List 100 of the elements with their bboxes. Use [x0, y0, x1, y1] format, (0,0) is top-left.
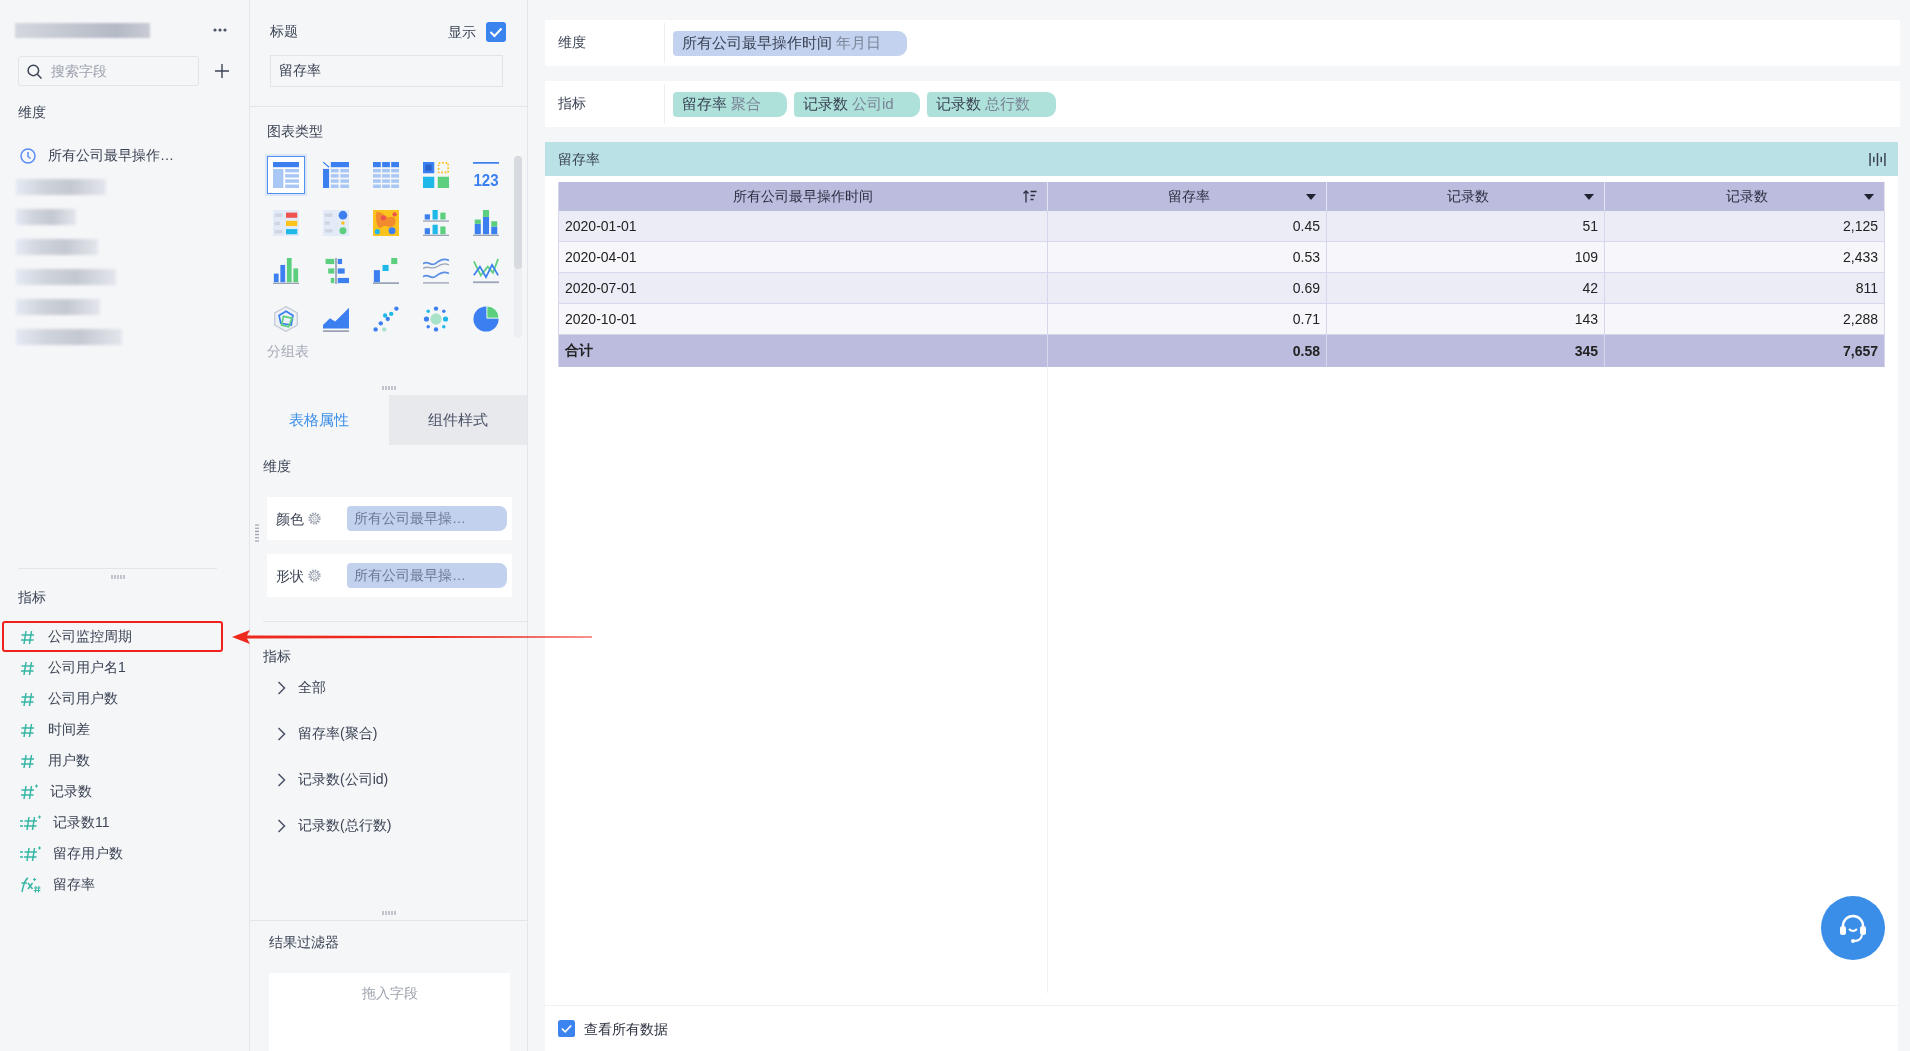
caret-down-icon[interactable] [1306, 193, 1316, 200]
hash-icon [20, 783, 38, 800]
drag-handle-icon[interactable] [381, 386, 396, 390]
scrollbar-thumb[interactable] [514, 156, 522, 269]
settings-icon[interactable] [308, 512, 321, 525]
checkbox[interactable] [486, 22, 506, 42]
hash-icon [20, 690, 36, 707]
pivot-table-icon [323, 162, 349, 188]
plus-icon[interactable] [215, 64, 229, 78]
field-item[interactable]: 记录数11 [2, 807, 223, 838]
field-item[interactable]: 时间差 [2, 714, 223, 745]
chevron-right-icon[interactable] [277, 727, 286, 741]
tree-item[interactable]: 留存率(聚合) [263, 711, 386, 757]
tree-item[interactable]: 记录数(总行数) [263, 803, 400, 849]
checkbox-label: 查看所有数据 [584, 1019, 668, 1038]
chart-type-caption: 分组表 [267, 342, 309, 360]
chevron-right-icon[interactable] [277, 819, 286, 833]
total-cell: 7,657 [1605, 335, 1885, 367]
field-item[interactable]: 用户数 [2, 745, 223, 776]
table-cell: 2,433 [1605, 242, 1885, 273]
field-item[interactable]: 记录数 [2, 776, 223, 807]
table-cell: 143 [1327, 304, 1605, 335]
section-heading: 指标 [263, 647, 291, 665]
area-chart-icon [323, 306, 349, 332]
drag-handle-icon[interactable] [255, 524, 259, 542]
grid-table-icon [373, 162, 399, 188]
field-pill[interactable]: 所有公司最早操作时间 年月日 [673, 30, 907, 56]
table-cell: 2020-01-01 [558, 211, 1048, 242]
split-bar-chart-icon [423, 210, 449, 236]
heatmap-icon [373, 210, 399, 236]
shelf-label: 维度 [545, 23, 665, 63]
clock-icon [20, 147, 36, 164]
horizontal-bar-chart-icon [323, 258, 349, 284]
field-item[interactable]: 留存用户数 [2, 838, 223, 869]
drag-handle-icon[interactable] [381, 911, 396, 915]
field-pill[interactable]: 记录数 总行数 [926, 91, 1056, 117]
chevron-right-icon[interactable] [277, 681, 286, 695]
tree-item[interactable]: 全部 [263, 665, 334, 711]
column-header[interactable]: 记录数 [1327, 182, 1605, 211]
checkbox[interactable] [558, 1020, 575, 1037]
section-heading: 维度 [263, 457, 291, 475]
field-item[interactable]: 所有公司最早操作… [2, 140, 223, 171]
total-cell: 0.58 [1048, 335, 1327, 367]
hash-icon [20, 845, 41, 862]
encoding-label: 颜色 [276, 509, 304, 528]
blurred-block [16, 209, 76, 225]
pie-chart-icon [473, 306, 499, 332]
field-item[interactable]: 公司监控周期 [2, 621, 223, 652]
section-heading: 图表类型 [267, 122, 323, 140]
sort-icon[interactable] [1023, 190, 1037, 203]
widget-title: 留存率 [558, 150, 600, 168]
chevron-right-icon[interactable] [277, 773, 286, 787]
hash-icon [20, 721, 36, 738]
wave-lines-icon [423, 258, 449, 284]
section-heading: 标题 [270, 22, 298, 40]
table-icon [273, 162, 299, 188]
drag-handle-icon[interactable] [110, 575, 125, 579]
dot-list-icon [323, 210, 349, 236]
hash-icon [20, 659, 36, 676]
formula-icon [20, 876, 41, 893]
table-cell: 2,125 [1605, 211, 1885, 242]
search-icon [27, 63, 42, 79]
column-header[interactable]: 留存率 [1048, 182, 1327, 211]
field-item[interactable]: 留存率 [2, 869, 223, 900]
title-input[interactable]: 留存率 [270, 55, 503, 87]
tab[interactable]: 组件样式 [388, 395, 527, 445]
table-cell: 0.69 [1048, 273, 1327, 304]
field-item[interactable]: 公司用户名1 [2, 652, 223, 683]
field-item[interactable]: 公司用户数 [2, 683, 223, 714]
radar-chart-icon [273, 306, 299, 332]
encoding-label: 形状 [276, 566, 304, 585]
total-cell: 345 [1327, 335, 1605, 367]
column-header[interactable]: 所有公司最早操作时间 [558, 182, 1048, 211]
settings-icon[interactable] [308, 569, 321, 582]
caret-down-icon[interactable] [1584, 193, 1594, 200]
caret-down-icon[interactable] [1864, 193, 1874, 200]
number-list-icon [273, 210, 299, 236]
chart-type-button[interactable] [267, 156, 305, 194]
section-heading: 指标 [18, 588, 46, 606]
bar-chart-icon [273, 258, 299, 284]
step-bar-chart-icon [373, 258, 399, 284]
field-pill[interactable]: 记录数 公司id [794, 91, 920, 117]
hash-icon [20, 628, 36, 645]
section-heading: 维度 [18, 103, 46, 121]
table-cell: 811 [1605, 273, 1885, 304]
total-cell: 合计 [558, 335, 1048, 367]
vertical-bars-icon[interactable] [1869, 152, 1886, 166]
hash-icon [20, 752, 36, 769]
more-icon[interactable] [213, 28, 227, 32]
table-cell: 2020-10-01 [558, 304, 1048, 335]
line-chart-icon [473, 258, 499, 284]
column-header[interactable]: 记录数 [1605, 182, 1885, 211]
field-pill[interactable]: 留存率 聚合 [673, 91, 787, 117]
tree-item[interactable]: 记录数(公司id) [263, 757, 397, 803]
chart-type-button[interactable]: 123 [467, 156, 505, 194]
shelf-label: 指标 [545, 84, 665, 124]
table-cell: 0.45 [1048, 211, 1327, 242]
section-heading: 结果过滤器 [269, 933, 339, 951]
bubble-chart-icon [423, 306, 449, 332]
color-squares-icon [423, 162, 449, 188]
